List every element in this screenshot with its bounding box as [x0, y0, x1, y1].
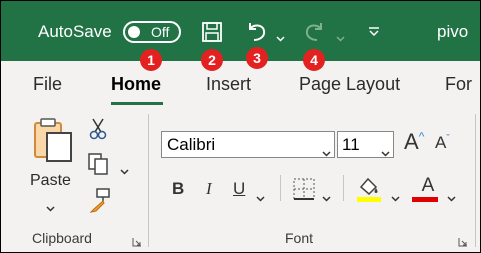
paste-dropdown-chevron-icon[interactable]: [46, 199, 55, 217]
font-dialog-launcher-icon[interactable]: [458, 234, 468, 252]
callout-badge-2: 2: [201, 49, 223, 71]
bold-button[interactable]: B: [172, 179, 184, 199]
tab-insert[interactable]: Insert: [206, 74, 251, 95]
file-name: pivo: [437, 22, 469, 41]
redo-dropdown-chevron-icon[interactable]: [336, 29, 345, 47]
fill-color-dropdown-chevron-icon[interactable]: [391, 189, 400, 207]
tab-formulas[interactable]: For: [445, 74, 472, 95]
font-family-value: Calibri: [167, 135, 216, 154]
redo-icon[interactable]: [303, 19, 327, 43]
autosave-state: Off: [151, 24, 170, 40]
tab-page-layout[interactable]: Page Layout: [299, 74, 400, 95]
undo-dropdown-chevron-icon[interactable]: [276, 29, 285, 47]
borders-icon[interactable]: [292, 177, 316, 206]
save-icon[interactable]: [201, 21, 223, 43]
font-group-label: Font: [285, 230, 314, 246]
autosave-label: AutoSave: [38, 22, 112, 41]
font-color-button[interactable]: A: [416, 175, 440, 197]
cut-icon[interactable]: [89, 118, 107, 145]
underline-dropdown-chevron-icon[interactable]: [256, 189, 265, 207]
decrease-font-size-icon[interactable]: Aˇ: [435, 133, 450, 153]
active-tab-indicator: [111, 102, 163, 105]
tab-file[interactable]: File: [33, 74, 62, 95]
font-row-separator: [280, 175, 281, 201]
font-size-chevron-icon[interactable]: [381, 142, 390, 162]
increase-font-size-icon[interactable]: A^: [404, 129, 424, 155]
clipboard-group-label: Clipboard: [32, 230, 92, 246]
group-separator-2: [475, 114, 476, 247]
title-bar: AutoSave Off pivo 1 2 3 4: [1, 1, 480, 71]
fill-color-icon[interactable]: [356, 175, 382, 208]
callout-badge-3: 3: [246, 47, 268, 69]
font-row-separator-2: [343, 175, 344, 201]
underline-button[interactable]: U: [233, 179, 245, 199]
font-color-dropdown-chevron-icon[interactable]: [447, 189, 456, 207]
font-color-swatch: [412, 197, 438, 202]
paste-label[interactable]: Paste: [30, 172, 71, 190]
italic-button[interactable]: I: [206, 179, 212, 199]
font-size-combo[interactable]: 11: [337, 131, 394, 158]
clipboard-dialog-launcher-icon[interactable]: [132, 234, 142, 252]
font-family-combo[interactable]: Calibri: [161, 131, 335, 158]
autosave-toggle[interactable]: Off: [123, 21, 181, 43]
excel-window: AutoSave Off pivo 1 2 3 4 File Home Inse…: [0, 0, 481, 253]
group-separator: [148, 114, 149, 247]
copy-icon[interactable]: [87, 152, 111, 181]
font-size-value: 11: [342, 135, 360, 154]
toggle-knob: [128, 26, 140, 38]
borders-dropdown-chevron-icon[interactable]: [322, 189, 331, 207]
format-painter-icon[interactable]: [88, 187, 112, 218]
undo-icon[interactable]: [244, 19, 268, 43]
callout-badge-1: 1: [140, 49, 162, 71]
tab-home[interactable]: Home: [111, 74, 161, 95]
font-family-chevron-icon[interactable]: [322, 142, 331, 162]
clipboard-icon[interactable]: [31, 117, 77, 167]
callout-badge-4: 4: [303, 49, 325, 71]
copy-dropdown-chevron-icon[interactable]: [120, 162, 129, 180]
customize-qat-icon[interactable]: [368, 25, 380, 43]
